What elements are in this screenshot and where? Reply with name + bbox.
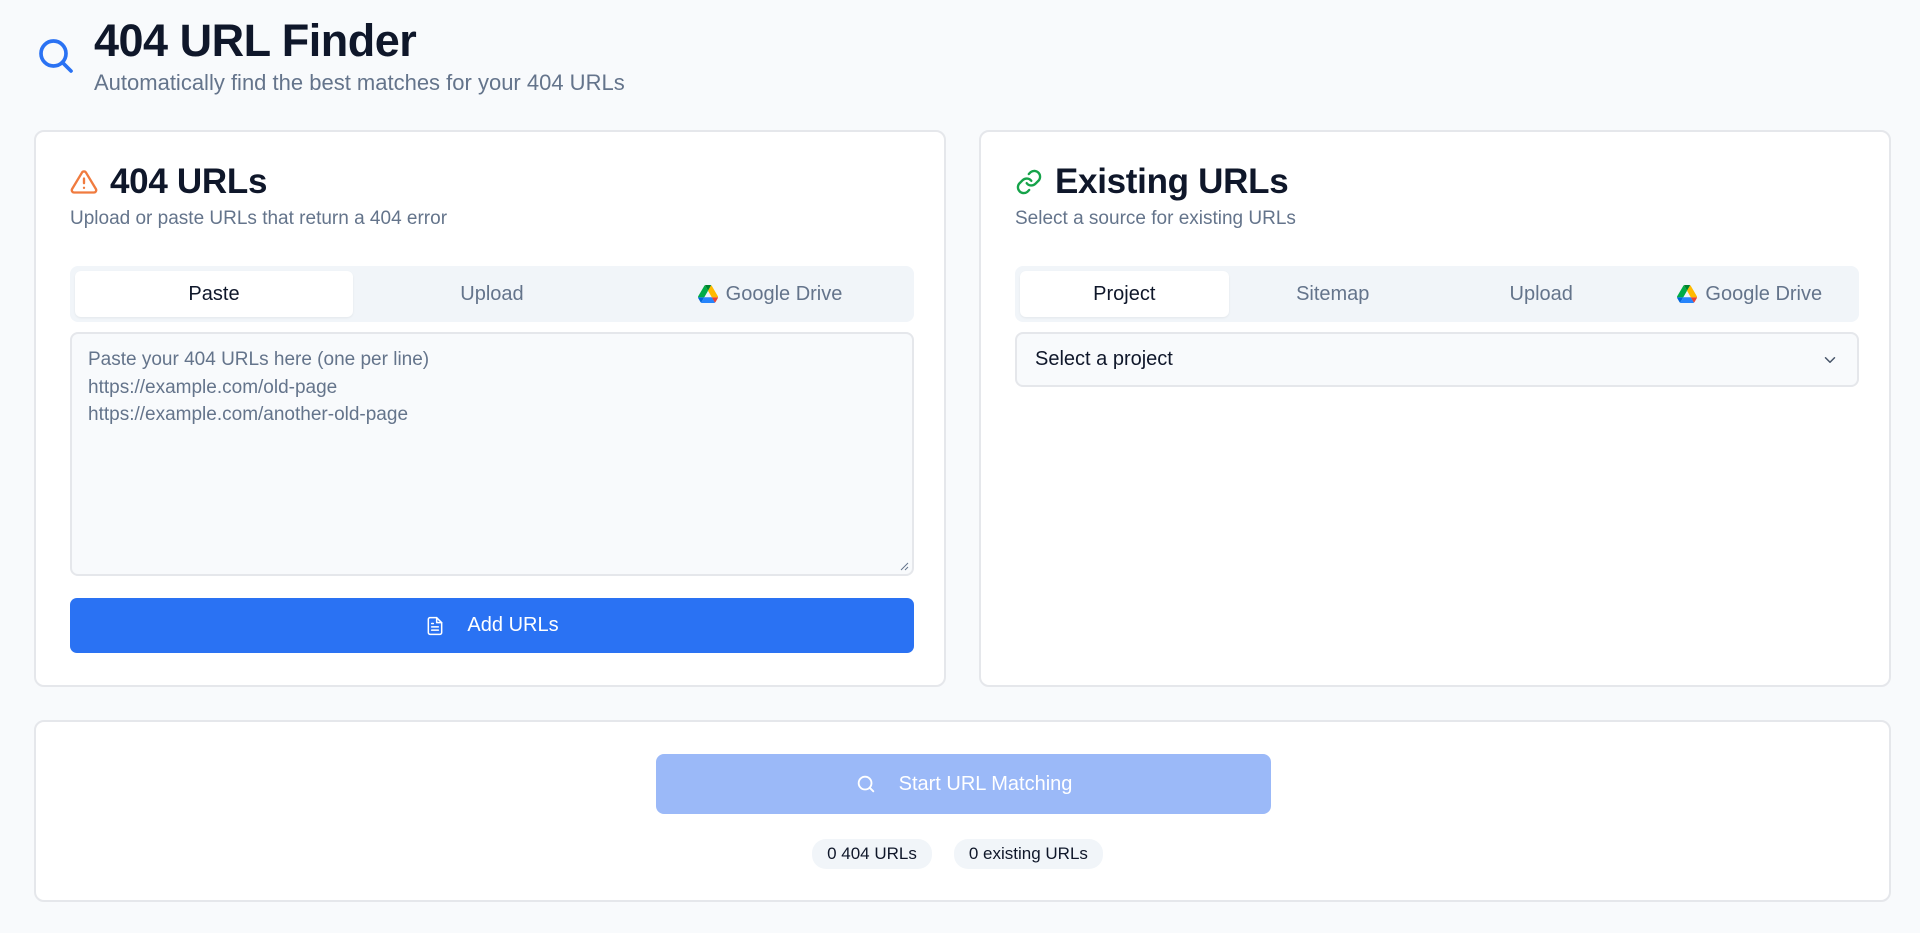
file-text-icon	[428, 616, 443, 635]
page-title: 404 URL Finder	[94, 15, 417, 66]
matching-card: Start URL Matching 0 404 URLs 0 existing…	[34, 720, 1891, 902]
404-urls-title: 404 URLs	[70, 162, 267, 202]
add-urls-button-label: Add URLs	[467, 614, 559, 636]
add-urls-button[interactable]: Add URLs	[70, 598, 914, 653]
google-drive-icon	[697, 285, 718, 303]
tab-upload[interactable]: Upload	[353, 271, 631, 317]
404-urls-subtitle: Upload or paste URLs that return a 404 e…	[70, 208, 448, 229]
page-subtitle: Automatically find the best matches for …	[94, 70, 625, 95]
tab-upload-label: Upload	[460, 282, 524, 305]
resize-grip-icon[interactable]	[899, 561, 909, 571]
existing-urls-subtitle: Select a source for existing URLs	[1015, 208, 1296, 229]
paste-urls-textarea[interactable]	[72, 334, 912, 574]
search-icon	[39, 39, 73, 73]
url-count-badges: 0 404 URLs 0 existing URLs	[36, 839, 1889, 869]
page-header: 404 URL Finder Automatically find the be…	[36, 16, 625, 96]
tab-sitemap-label: Sitemap	[1296, 282, 1370, 305]
tab-project[interactable]: Project	[1020, 271, 1229, 317]
404-urls-title-text: 404 URLs	[110, 162, 268, 201]
search-icon	[857, 775, 874, 793]
404-source-tabs: Paste Upload Google Drive	[70, 266, 914, 322]
tab-sitemap[interactable]: Sitemap	[1229, 271, 1438, 317]
tab-paste[interactable]: Paste	[75, 271, 353, 317]
404-urls-card: 404 URLs Upload or paste URLs that retur…	[34, 130, 946, 687]
tab-upload-existing[interactable]: Upload	[1437, 271, 1646, 317]
existing-source-tabs: Project Sitemap Upload Google Drive	[1015, 266, 1859, 322]
warning-triangle-icon	[70, 170, 98, 194]
tab-paste-label: Paste	[188, 282, 240, 305]
project-select[interactable]: Select a project	[1015, 332, 1859, 387]
existing-urls-title: Existing URLs	[1015, 162, 1289, 202]
existing-count-badge: 0 existing URLs	[953, 839, 1103, 869]
start-url-matching-label: Start URL Matching	[898, 772, 1073, 795]
chevron-down-icon	[1824, 356, 1836, 363]
header-text: 404 URL Finder Automatically find the be…	[94, 16, 625, 96]
existing-urls-card: Existing URLs Select a source for existi…	[979, 130, 1891, 687]
tab-google-drive-label: Google Drive	[725, 282, 843, 305]
project-select-value: Select a project	[1035, 348, 1173, 370]
existing-urls-title-text: Existing URLs	[1055, 162, 1289, 201]
start-url-matching-button[interactable]: Start URL Matching	[656, 754, 1271, 814]
link-icon	[1016, 169, 1042, 195]
tab-upload-existing-label: Upload	[1509, 282, 1573, 305]
404-count-badge: 0 404 URLs	[812, 839, 932, 869]
tab-project-label: Project	[1093, 282, 1156, 305]
paste-urls-field-wrap	[70, 332, 914, 576]
tab-google-drive[interactable]: Google Drive	[631, 271, 909, 317]
tab-google-drive-existing[interactable]: Google Drive	[1646, 271, 1855, 317]
google-drive-icon	[1677, 285, 1698, 303]
tab-google-drive-existing-label: Google Drive	[1705, 282, 1823, 305]
